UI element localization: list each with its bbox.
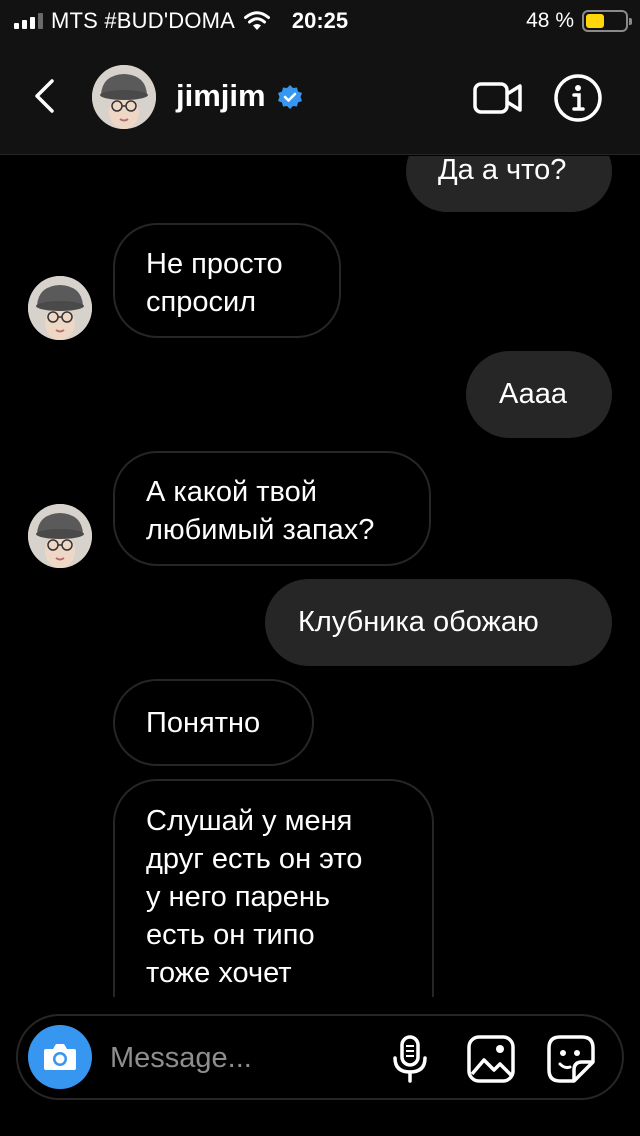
battery-percent: 48 % — [526, 9, 574, 32]
message-thread[interactable]: Да а что? Не просто спросил Аааа А какой… — [0, 156, 640, 997]
message-incoming[interactable]: Понятно — [113, 679, 314, 766]
camera-icon — [44, 1044, 76, 1070]
message-incoming[interactable]: А какой твой любимый запах? — [113, 451, 431, 566]
info-icon[interactable] — [553, 73, 603, 123]
message-outgoing[interactable]: Аааа — [466, 351, 612, 438]
message-outgoing[interactable]: Да а что? — [406, 156, 612, 212]
message-incoming[interactable]: Не просто спросил — [113, 223, 341, 338]
verified-badge-icon — [278, 85, 302, 109]
camera-button[interactable] — [28, 1025, 92, 1089]
chat-header: jimjim — [0, 40, 640, 155]
status-bar: MTS #BUD'DOMA 20:25 48 % — [0, 0, 640, 40]
video-call-icon[interactable] — [472, 76, 524, 120]
avatar[interactable] — [92, 65, 156, 129]
battery-icon — [582, 10, 632, 32]
sender-avatar[interactable] — [28, 276, 92, 340]
sticker-icon[interactable] — [546, 1034, 596, 1084]
message-input[interactable] — [110, 1036, 370, 1080]
message-outgoing[interactable]: Клубника обожаю — [265, 579, 612, 666]
back-icon[interactable] — [26, 74, 66, 118]
chat-username[interactable]: jimjim — [176, 78, 266, 114]
message-incoming[interactable]: Слушай у меня друг есть он это у него па… — [113, 779, 434, 997]
microphone-icon[interactable] — [388, 1034, 432, 1084]
sender-avatar[interactable] — [28, 504, 92, 568]
gallery-icon[interactable] — [466, 1034, 516, 1084]
battery-level — [586, 14, 605, 28]
message-composer — [16, 1014, 624, 1100]
